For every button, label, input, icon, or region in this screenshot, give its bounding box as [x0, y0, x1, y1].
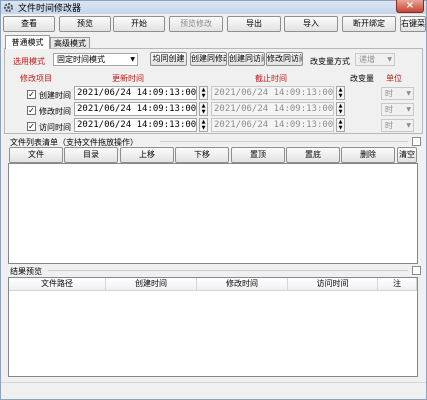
preview-button[interactable]: 预览 — [59, 16, 111, 32]
results-header-modify[interactable]: 修改时间 — [197, 278, 288, 291]
right-key-menu-button[interactable]: 右键菜 — [400, 16, 426, 32]
create-end-time-spinner[interactable]: ▲ ▼ — [336, 86, 345, 100]
chevron-down-icon: ▼ — [130, 56, 135, 63]
chevron-down-icon: ▼ — [406, 122, 411, 129]
create-unit-value: 时 — [385, 89, 393, 98]
column-unit: 单位 — [386, 74, 402, 83]
mode-select[interactable]: 固定时间模式 ▼ — [53, 53, 138, 66]
move-up-button[interactable]: 上移 — [120, 147, 174, 163]
create-same-modify-button[interactable]: 创建同修改 — [190, 52, 227, 66]
create-same-access-button[interactable]: 创建同访问 — [228, 52, 265, 66]
gear-icon — [4, 3, 13, 12]
results-header-access[interactable]: 访问时间 — [288, 278, 378, 291]
access-time-label: 访问时间 — [39, 123, 71, 132]
modify-unit-select[interactable]: 时 ▼ — [381, 103, 414, 116]
modify-end-time-spinner[interactable]: ▲ ▼ — [336, 102, 345, 116]
results-toggle[interactable] — [412, 266, 421, 275]
create-time-checkbox[interactable]: ✓ — [27, 90, 36, 99]
create-time-label: 创建时间 — [39, 91, 71, 100]
mode-label: 选用模式 — [13, 57, 45, 66]
column-end-time: 截止时间 — [255, 74, 287, 83]
tab-normal-mode[interactable]: 普通模式 — [5, 35, 50, 49]
results-header-note[interactable]: 注 — [378, 278, 417, 291]
export-button[interactable]: 导出 — [227, 16, 281, 32]
modify-time-label: 修改时间 — [39, 107, 71, 116]
status-bar — [1, 382, 426, 399]
move-down-button[interactable]: 下移 — [175, 147, 229, 163]
access-unit-value: 时 — [385, 121, 393, 130]
window-title: 文件时间修改器 — [18, 4, 82, 14]
access-end-time-field[interactable]: 2021/06/24 14:09:13:000 — [211, 118, 334, 132]
move-top-button[interactable]: 置顶 — [231, 147, 285, 163]
add-dir-button[interactable]: 目录 — [64, 147, 118, 163]
modify-same-access-button[interactable]: 修改同访问 — [266, 52, 303, 66]
modify-time-checkbox[interactable]: ✓ — [27, 106, 36, 115]
results-header-create[interactable]: 创建时间 — [106, 278, 197, 291]
change-method-value: 递增 — [359, 55, 375, 64]
delete-button[interactable]: 删除 — [341, 147, 395, 163]
equal-create-button[interactable]: 均同创建 — [150, 52, 187, 66]
column-new-time: 更新时间 — [112, 74, 144, 83]
access-unit-select[interactable]: 时 ▼ — [381, 119, 414, 132]
create-new-time-field[interactable]: 2021/06/24 14:09:13:000 — [74, 86, 197, 100]
add-file-button[interactable]: 文件 — [9, 147, 63, 163]
access-time-checkbox[interactable]: ✓ — [27, 122, 36, 131]
move-bottom-button[interactable]: 置底 — [286, 147, 340, 163]
modify-end-time-field[interactable]: 2021/06/24 14:09:13:000 — [211, 102, 334, 116]
column-change: 改变量 — [350, 74, 374, 83]
preview-modify-button[interactable]: 预览修改 — [169, 16, 223, 32]
chevron-down-icon: ▼ — [406, 90, 411, 97]
close-button[interactable]: × — [396, 0, 424, 13]
modify-new-time-field[interactable]: 2021/06/24 14:09:13:000 — [74, 102, 197, 116]
results-header-path[interactable]: 文件路径 — [9, 278, 106, 291]
change-method-label: 改变量方式 — [310, 57, 350, 66]
access-new-time-field[interactable]: 2021/06/24 14:09:13:000 — [74, 118, 197, 132]
chevron-down-icon: ▼ — [406, 106, 411, 113]
create-new-time-spinner[interactable]: ▲ ▼ — [199, 86, 208, 100]
start-button[interactable]: 开始 — [113, 16, 165, 32]
unbind-button[interactable]: 断开绑定 — [342, 16, 396, 32]
file-list-divider — [160, 141, 408, 142]
create-end-time-field[interactable]: 2021/06/24 14:09:13:000 — [211, 86, 334, 100]
column-item: 修改项目 — [20, 74, 52, 83]
import-button[interactable]: 导入 — [284, 16, 338, 32]
access-end-time-spinner[interactable]: ▲ ▼ — [336, 118, 345, 132]
results-divider — [48, 270, 408, 271]
modify-unit-value: 时 — [385, 105, 393, 114]
chevron-down-icon: ▼ — [387, 56, 392, 63]
access-new-time-spinner[interactable]: ▲ ▼ — [199, 118, 208, 132]
change-method-select[interactable]: 递增 ▼ — [355, 53, 395, 66]
modify-new-time-spinner[interactable]: ▲ ▼ — [199, 102, 208, 116]
results-list[interactable] — [8, 277, 418, 377]
create-unit-select[interactable]: 时 ▼ — [381, 87, 414, 100]
results-title: 结果预览 — [10, 267, 42, 276]
file-list-toggle[interactable] — [412, 137, 421, 146]
file-list-box[interactable] — [8, 163, 418, 264]
clear-button[interactable]: 清空 — [397, 147, 417, 163]
mode-select-value: 固定时间模式 — [57, 55, 105, 64]
view-button[interactable]: 查看 — [3, 16, 55, 32]
